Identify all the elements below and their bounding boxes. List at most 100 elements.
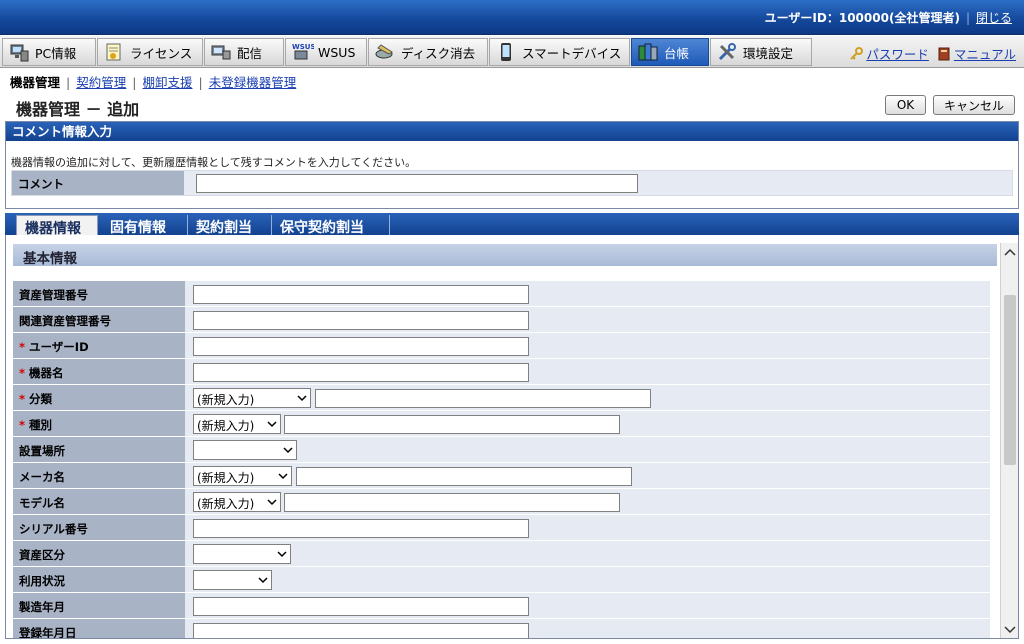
comment-row: コメント — [11, 170, 1013, 196]
usage-status-select[interactable] — [193, 570, 272, 590]
required-mark: * — [19, 392, 26, 406]
field-label-text: モデル名 — [19, 496, 65, 510]
wsus-icon: WSUS — [292, 42, 316, 62]
type-new-input[interactable] — [284, 415, 620, 434]
menu-item-pc-info[interactable]: PC情報 — [2, 38, 96, 66]
smartphone-icon — [496, 42, 516, 62]
scroll-up-icon[interactable] — [1002, 245, 1018, 261]
user-id-label: ユーザーID：100000(全社管理者) — [764, 11, 960, 25]
scroll-down-icon[interactable] — [1002, 621, 1018, 637]
field-label: モデル名 — [13, 489, 185, 514]
key-icon — [849, 46, 864, 61]
menu-item-label: 環境設定 — [743, 45, 794, 61]
field-label-text: メーカ名 — [19, 470, 65, 484]
menu-item-disk-erase[interactable]: ディスク消去 — [368, 38, 488, 66]
menu-item-ledger[interactable]: 台帳 — [631, 38, 709, 66]
tab-contract-assign[interactable]: 契約割当 — [188, 215, 272, 236]
required-mark: * — [19, 418, 26, 432]
field-row: * ユーザーID — [13, 333, 990, 359]
utility-links: パスワード マニュアル — [849, 44, 1016, 63]
model-new-input[interactable] — [284, 493, 620, 512]
menu-item-wsus[interactable]: WSUS WSUS — [285, 38, 367, 66]
ledger-icon — [638, 42, 658, 62]
chevron-down-icon — [278, 473, 288, 480]
field-label: 資産区分 — [13, 541, 185, 566]
field-row: メーカ名 (新規入力) — [13, 463, 990, 489]
maker-new-input[interactable] — [296, 467, 632, 486]
field-label-text: ユーザーID — [29, 340, 89, 354]
field-label: メーカ名 — [13, 463, 185, 488]
separator: | — [66, 75, 71, 90]
field-label-text: 機器名 — [29, 366, 64, 380]
user-info-area: ユーザーID：100000(全社管理者) | 閉じる — [765, 9, 1012, 26]
menu-item-smart-device[interactable]: スマートデバイス — [489, 38, 630, 66]
category-new-input[interactable] — [315, 389, 651, 408]
settings-icon — [717, 42, 737, 62]
submenu-link-inventory[interactable]: 棚卸支援 — [142, 75, 192, 90]
menu-item-label: 配信 — [237, 45, 263, 61]
field-label-text: 関連資産管理番号 — [19, 314, 111, 328]
chevron-down-icon — [258, 577, 268, 584]
category-select[interactable]: (新規入力) — [193, 388, 311, 408]
manual-link[interactable]: マニュアル — [954, 44, 1016, 63]
chevron-down-icon — [267, 421, 277, 428]
menu-item-label: PC情報 — [35, 45, 77, 61]
menu-item-settings[interactable]: 環境設定 — [710, 38, 812, 66]
field-row: 設置場所 — [13, 437, 990, 463]
chevron-down-icon — [283, 447, 293, 454]
separator: | — [132, 75, 137, 90]
model-select[interactable]: (新規入力) — [193, 492, 281, 512]
comment-label: コメント — [12, 171, 184, 195]
cancel-button[interactable]: キャンセル — [933, 95, 1015, 115]
required-mark: * — [19, 366, 26, 380]
title-row: 機器管理 － 追加 OK キャンセル — [0, 92, 1024, 120]
field-label: 関連資産管理番号 — [13, 307, 185, 332]
field-label: シリアル番号 — [13, 515, 185, 540]
separator: | — [965, 11, 970, 25]
serial-number-input[interactable] — [193, 519, 529, 538]
comment-input[interactable] — [196, 174, 638, 193]
tab-specific-info[interactable]: 固有情報 — [102, 215, 188, 236]
close-link[interactable]: 閉じる — [976, 11, 1012, 25]
license-icon — [104, 42, 124, 62]
password-link[interactable]: パスワード — [866, 44, 929, 63]
submenu-link-contract[interactable]: 契約管理 — [76, 75, 126, 90]
field-label: 登録年月日 — [13, 619, 185, 638]
field-label: * 分類 — [13, 385, 185, 410]
tab-device-info[interactable]: 機器情報 — [16, 215, 98, 237]
select-value: (新規入力) — [197, 471, 255, 485]
scrollbar-thumb[interactable] — [1004, 295, 1016, 465]
field-row: モデル名 (新規入力) — [13, 489, 990, 515]
tab-maintenance-assign[interactable]: 保守契約割当 — [272, 215, 390, 236]
field-label: 製造年月 — [13, 593, 185, 618]
menu-item-label: WSUS — [318, 44, 356, 60]
maker-select[interactable]: (新規入力) — [193, 466, 292, 486]
location-select[interactable] — [193, 440, 297, 460]
vertical-scrollbar[interactable] — [1000, 243, 1018, 638]
field-label: 資産管理番号 — [13, 281, 185, 306]
type-select[interactable]: (新規入力) — [193, 414, 281, 434]
related-asset-number-input[interactable] — [193, 311, 529, 330]
field-label-text: 種別 — [29, 418, 53, 432]
disk-erase-icon — [375, 42, 395, 62]
asset-number-input[interactable] — [193, 285, 529, 304]
submenu-current: 機器管理 — [10, 75, 61, 90]
manufacture-date-input[interactable] — [193, 597, 529, 616]
select-value: (新規入力) — [197, 497, 255, 511]
asset-class-select[interactable] — [193, 544, 291, 564]
field-row: 製造年月 — [13, 593, 990, 619]
device-name-input[interactable] — [193, 363, 529, 382]
field-label-text: 資産区分 — [19, 548, 65, 562]
comment-panel: コメント情報入力 機器情報の追加に対して、更新履歴情報として残すコメントを入力し… — [5, 121, 1019, 209]
pc-icon — [9, 42, 29, 62]
submenu-link-unregistered[interactable]: 未登録機器管理 — [209, 75, 297, 90]
user-id-input[interactable] — [193, 337, 529, 356]
field-row: * 分類 (新規入力) — [13, 385, 990, 411]
field-label-text: 分類 — [29, 392, 53, 406]
menu-item-delivery[interactable]: 配信 — [204, 38, 284, 66]
menu-item-label: ディスク消去 — [401, 45, 476, 61]
menu-item-license[interactable]: ライセンス — [97, 38, 203, 66]
ok-button[interactable]: OK — [885, 95, 926, 115]
chevron-down-icon — [267, 499, 277, 506]
registration-date-input[interactable] — [193, 623, 529, 638]
